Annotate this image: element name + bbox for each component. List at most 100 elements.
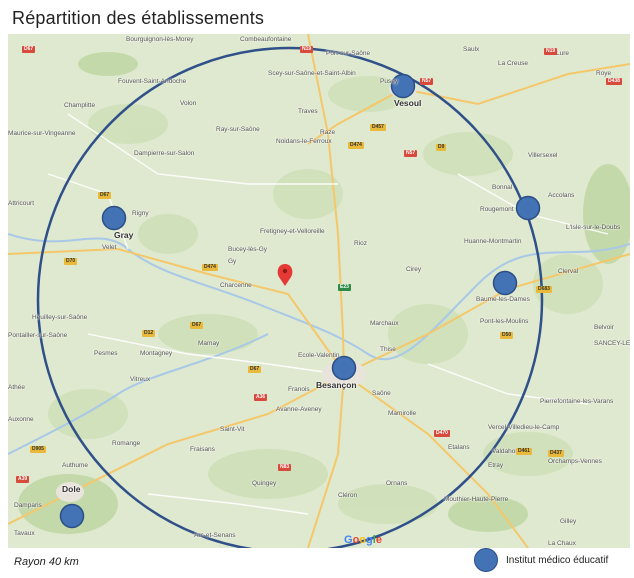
place-label: Franois: [288, 386, 310, 393]
road-shield: N83: [278, 464, 292, 471]
place-label: Etalans: [448, 444, 470, 451]
place-label: Cléron: [338, 492, 358, 499]
map[interactable]: Bourguignon-lès-Morey Combeaufontaine Port…: [8, 34, 630, 548]
place-label: Volon: [180, 100, 197, 107]
place-label: SANCEY-LE-GRAND: [594, 340, 630, 347]
place-label: Vesoul: [394, 98, 422, 108]
legend-label: Institut médico éducatif: [506, 554, 609, 566]
road-shield: N57: [420, 78, 434, 85]
radius-caption: Rayon 40 km: [14, 556, 79, 568]
place-label: Pesmes: [94, 350, 118, 357]
place-label: Rougemont: [480, 206, 514, 213]
place-label: Saulx: [463, 46, 480, 53]
place-label: Lure: [556, 50, 570, 57]
place-label: Belvoir: [594, 324, 614, 331]
place-label: Tavaux: [14, 530, 35, 537]
road-shield: D457: [370, 124, 386, 131]
place-label: Attricourt: [8, 200, 35, 207]
place-label: Gilley: [560, 518, 577, 525]
place-label: Fretigney-et-Velloreille: [260, 228, 325, 235]
road-shield: D9: [436, 144, 447, 151]
place-label: Gy: [228, 258, 237, 265]
place-label: Bourguignon-lès-Morey: [126, 36, 194, 43]
legend: Institut médico éducatif: [474, 548, 608, 572]
road-shield: N19: [300, 46, 314, 53]
road-shield: D905: [30, 446, 46, 453]
place-label: Quingey: [252, 480, 277, 487]
place-label: Athée: [8, 384, 25, 391]
place-label: Cirey: [406, 266, 422, 273]
road-shield: D67: [248, 366, 262, 373]
place-label: Champlitte: [64, 102, 96, 109]
place-label: Besançon: [316, 380, 357, 390]
place-label: Gray: [114, 230, 134, 240]
road-shield: D470: [434, 430, 450, 437]
place-label: Villersexel: [528, 152, 558, 159]
road-shield: D67: [22, 46, 36, 53]
place-label: Accolans: [548, 192, 575, 199]
place-label: Orchamps-Vennes: [548, 458, 602, 465]
place-label: La Creuse: [498, 60, 528, 67]
institute-marker-dole[interactable]: [59, 503, 85, 529]
road-shield: D70: [64, 258, 78, 265]
place-label: Scey-sur-Saône-et-Saint-Albin: [268, 70, 356, 77]
road-shield: N19: [544, 48, 558, 55]
place-label: Raze: [320, 129, 336, 136]
place-label: Authume: [62, 462, 89, 469]
place-label: Dampierre-sur-Salon: [134, 150, 195, 157]
institute-marker-besan-on[interactable]: [331, 355, 357, 381]
place-label: Avanne-Aveney: [276, 406, 322, 413]
place-label: Vercel-Villedieu-le-Camp: [488, 424, 560, 431]
place-label: Pierrefontaine-les-Varans: [540, 398, 614, 405]
road-shield: A39: [16, 476, 30, 483]
institute-marker-baume-les-dames[interactable]: [492, 270, 518, 296]
place-label: Montagney: [140, 350, 173, 357]
place-label: Charcenne: [220, 282, 252, 289]
place-label: Rigny: [132, 210, 149, 217]
road-shield: D12: [142, 330, 156, 337]
place-label: Ornans: [386, 480, 408, 487]
road-shield: D67: [98, 192, 112, 199]
place-label: Noidans-le-Ferroux: [276, 138, 332, 145]
place-label: Fraisans: [190, 446, 215, 453]
place-label: Rioz: [354, 240, 368, 247]
place-label: Pont-les-Moulins: [480, 318, 529, 325]
place-label: Bonnal: [492, 184, 513, 191]
page-title: Répartition des établissements: [12, 8, 265, 28]
place-label: Roye: [596, 70, 612, 77]
road-shield: A36: [254, 394, 268, 401]
place-label: Saône: [372, 390, 391, 397]
place-label: Pusey: [380, 78, 399, 85]
place-label: Ecole-Valentin: [298, 352, 340, 359]
institute-marker-gray[interactable]: [101, 205, 127, 231]
place-label: La Chaux: [548, 540, 576, 547]
place-label: Ray-sur-Saône: [216, 126, 260, 133]
road-shield: D474: [202, 264, 218, 271]
place-label: Bucey-lès-Gy: [228, 246, 268, 253]
road-shield: E23: [338, 284, 351, 291]
place-label: Mamirolle: [388, 410, 417, 417]
place-label: Romange: [112, 440, 141, 447]
road-shield: D437: [548, 450, 564, 457]
place-label: Saint-Vit: [220, 426, 245, 433]
road-shield: D438: [606, 78, 622, 85]
legend-marker-icon: [474, 548, 498, 572]
google-logo: Google: [344, 534, 382, 546]
place-label: Auxonne: [8, 416, 34, 423]
place-label: Etray: [488, 462, 504, 469]
place-label: Marchaux: [370, 320, 399, 327]
place-label: Mouthier-Haute-Pierre: [444, 496, 509, 503]
place-label: Vitreux: [130, 376, 151, 383]
institute-marker-rougemont[interactable]: [515, 195, 541, 221]
place-label: Traves: [298, 108, 318, 115]
road-shield: D67: [190, 322, 204, 329]
place-label: Pontailler-sur-Saône: [8, 332, 68, 339]
place-label: Maurice-sur-Vingeanne: [8, 130, 76, 137]
place-label: Baume-les-Dames: [476, 296, 530, 303]
road-shield: D474: [348, 142, 364, 149]
place-label: Huanne-Montmartin: [464, 238, 522, 245]
place-label: L'Isle-sur-le-Doubs: [566, 224, 621, 231]
place-label: Port-sur-Saône: [326, 50, 371, 57]
road-shield: D461: [516, 448, 532, 455]
road-shield: D50: [500, 332, 514, 339]
